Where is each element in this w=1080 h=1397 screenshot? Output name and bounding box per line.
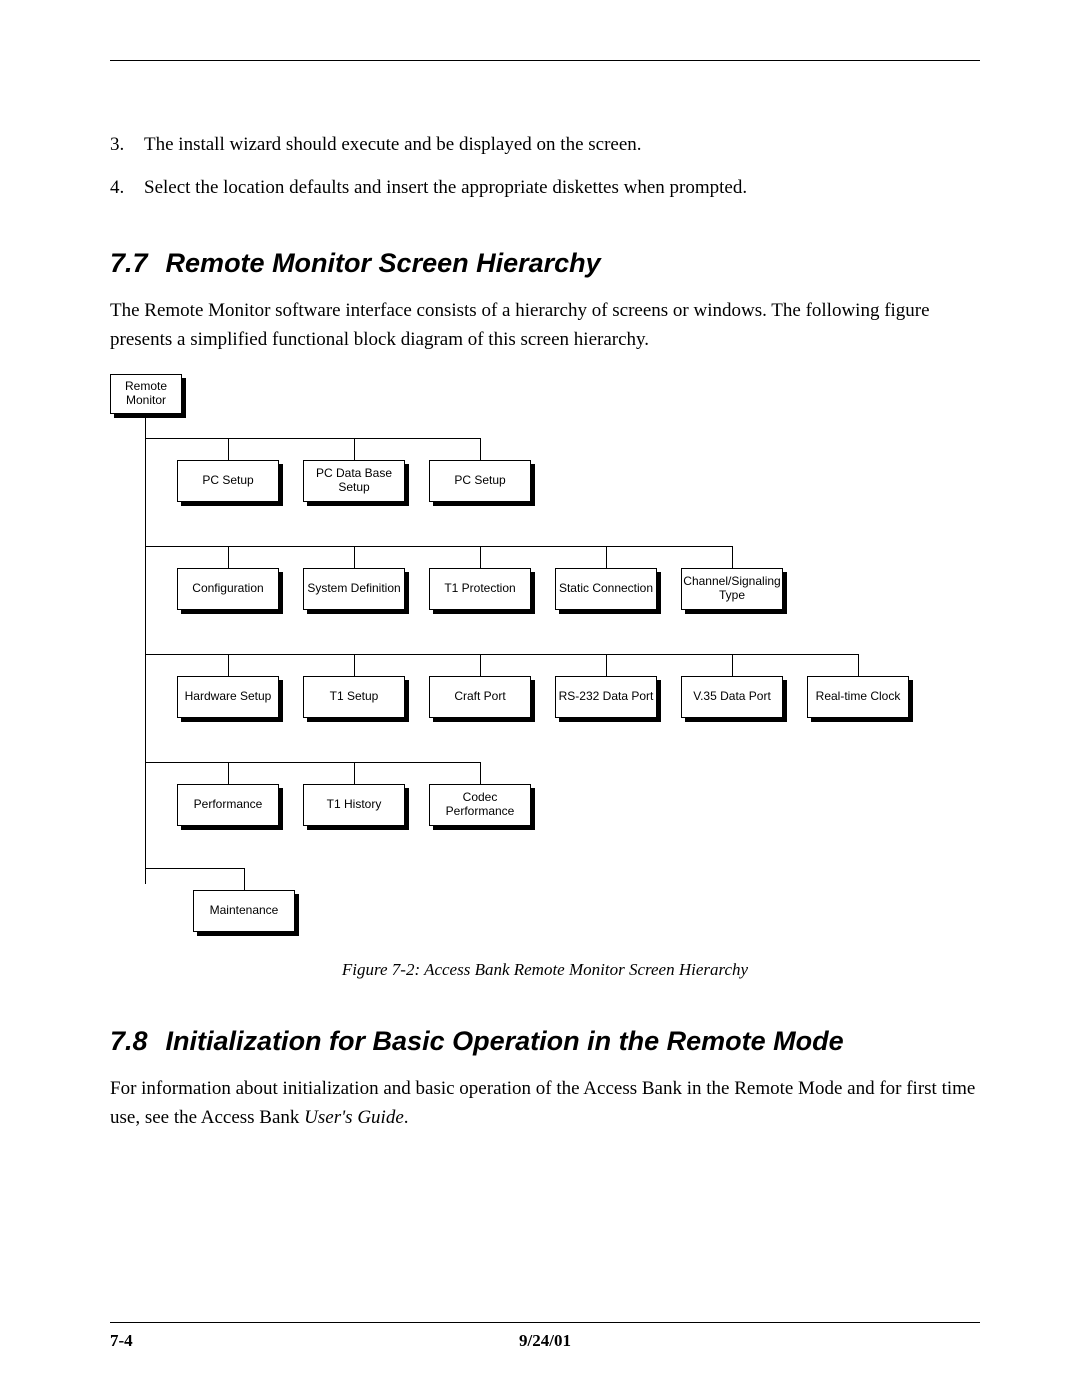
body-text-italic: User's Guide (304, 1107, 404, 1128)
diagram-box: Codec Performance (429, 784, 531, 826)
list-item: 4. Select the location defaults and inse… (110, 174, 980, 203)
body-text: For information about initialization and… (110, 1078, 975, 1128)
diagram-box: RS-232 Data Port (555, 676, 657, 718)
section-78-body: For information about initialization and… (110, 1075, 980, 1132)
list-text: The install wizard should execute and be… (144, 131, 642, 160)
connector (354, 438, 355, 460)
hierarchy-diagram: Remote Monitor PC Setup PC Data Base Set… (110, 374, 900, 946)
list-number: 4. (110, 174, 144, 203)
list-text: Select the location defaults and insert … (144, 174, 747, 203)
connector (145, 762, 480, 763)
figure-caption: Figure 7-2: Access Bank Remote Monitor S… (110, 960, 980, 980)
list-item: 3. The install wizard should execute and… (110, 131, 980, 160)
connector (145, 414, 146, 884)
section-77-body: The Remote Monitor software interface co… (110, 297, 980, 354)
diagram-box: Maintenance (193, 890, 295, 932)
connector (244, 868, 245, 890)
body-text: . (404, 1107, 409, 1128)
connector (228, 762, 229, 784)
diagram-box: PC Setup (177, 460, 279, 502)
connector (145, 868, 245, 869)
page-footer: 7-4 9/24/01 (110, 1322, 980, 1351)
connector (228, 438, 229, 460)
connector (354, 654, 355, 676)
connector (145, 438, 480, 439)
numbered-list: 3. The install wizard should execute and… (110, 131, 980, 202)
rule-top (110, 60, 980, 61)
connector (606, 654, 607, 676)
section-number: 7.8 (110, 1026, 148, 1056)
page-number: 7-4 (110, 1331, 133, 1351)
connector (480, 654, 481, 676)
connector (354, 546, 355, 568)
section-heading-78: 7.8 Initialization for Basic Operation in… (110, 1026, 980, 1057)
connector (354, 762, 355, 784)
connector (606, 546, 607, 568)
connector (228, 654, 229, 676)
footer-date: 9/24/01 (519, 1331, 571, 1351)
diagram-box: PC Data Base Setup (303, 460, 405, 502)
page: 3. The install wizard should execute and… (0, 0, 1080, 1397)
diagram-box: T1 History (303, 784, 405, 826)
section-title: Initialization for Basic Operation in th… (166, 1026, 844, 1056)
diagram-box: PC Setup (429, 460, 531, 502)
connector (145, 546, 732, 547)
diagram-box: Hardware Setup (177, 676, 279, 718)
diagram-box: T1 Setup (303, 676, 405, 718)
diagram-box: T1 Protection (429, 568, 531, 610)
diagram-box: Configuration (177, 568, 279, 610)
connector (145, 654, 858, 655)
connector (732, 654, 733, 676)
section-heading-77: 7.7 Remote Monitor Screen Hierarchy (110, 248, 980, 279)
diagram-box: Static Connection (555, 568, 657, 610)
connector (480, 546, 481, 568)
connector (480, 438, 481, 460)
diagram-box: Channel/Signaling Type (681, 568, 783, 610)
diagram-box: Performance (177, 784, 279, 826)
diagram-box: V.35 Data Port (681, 676, 783, 718)
connector (732, 546, 733, 568)
section-number: 7.7 (110, 248, 148, 278)
diagram-box-root: Remote Monitor (110, 374, 182, 414)
connector (228, 546, 229, 568)
connector (858, 654, 859, 676)
list-number: 3. (110, 131, 144, 160)
diagram-box: Craft Port (429, 676, 531, 718)
diagram-box: System Definition (303, 568, 405, 610)
section-title: Remote Monitor Screen Hierarchy (166, 248, 601, 278)
connector (480, 762, 481, 784)
diagram-box: Real-time Clock (807, 676, 909, 718)
